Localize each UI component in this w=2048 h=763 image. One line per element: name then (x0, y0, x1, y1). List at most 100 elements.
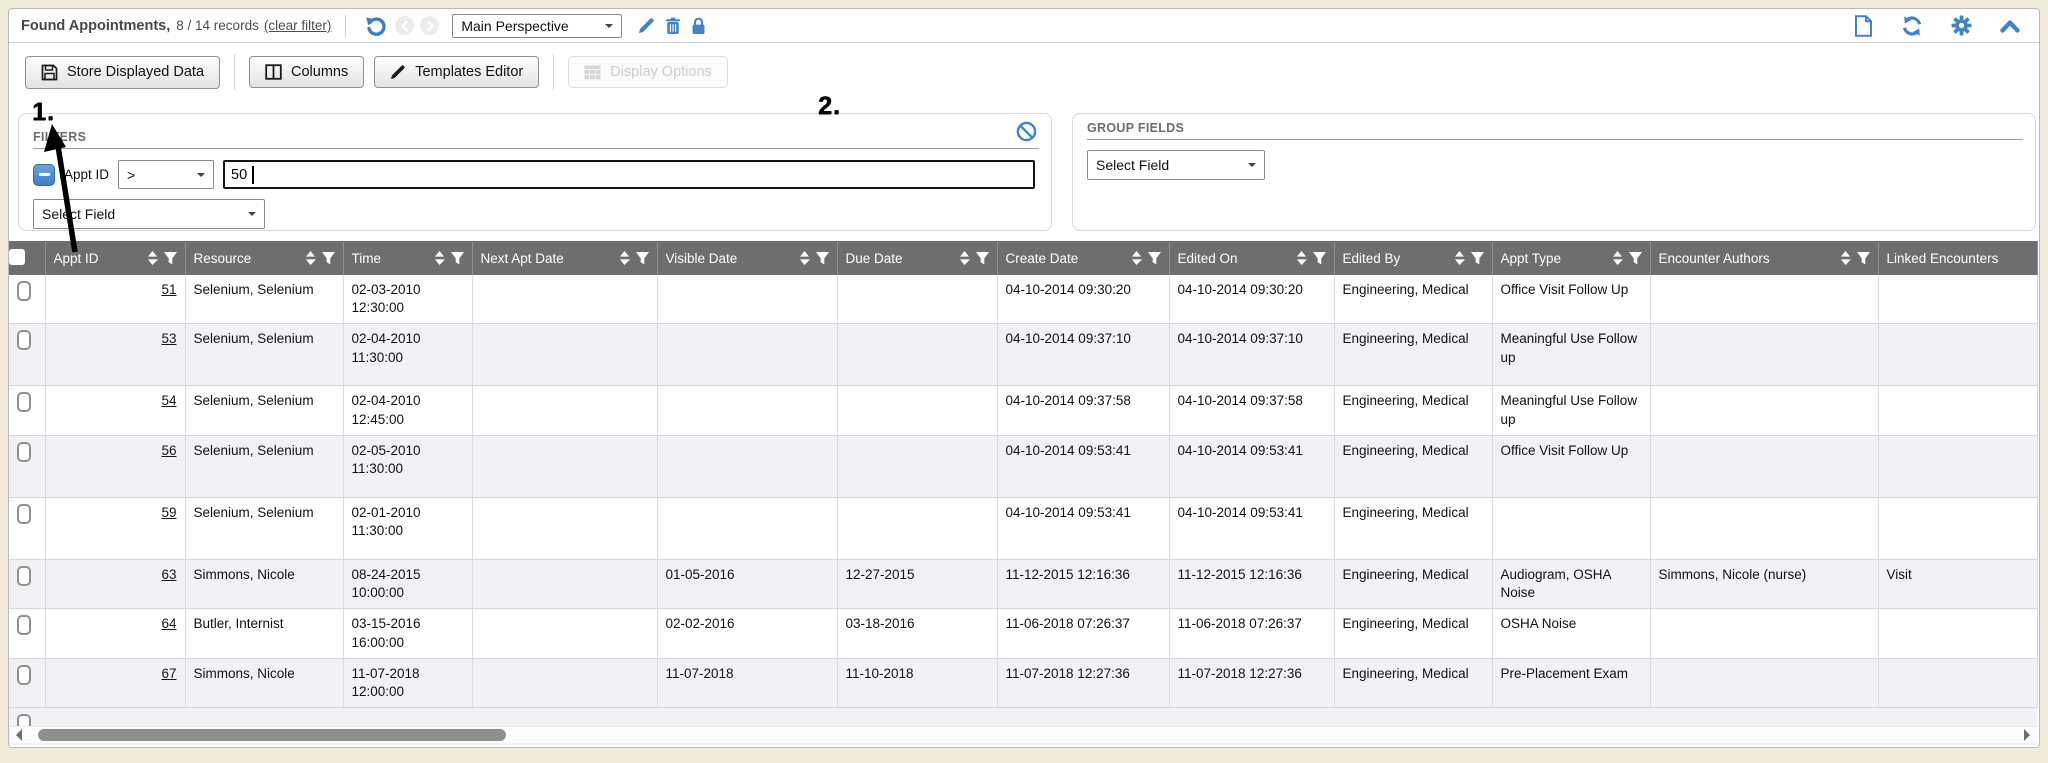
refresh-icon[interactable] (1901, 15, 1923, 37)
cell-id: 53 (45, 324, 185, 386)
group-select-field[interactable]: Select Field (1087, 150, 1265, 180)
templates-editor-button[interactable]: Templates Editor (374, 56, 539, 88)
page-title: Found Appointments, (21, 18, 170, 34)
lock-icon[interactable] (691, 17, 706, 35)
appt-id-link[interactable]: 67 (161, 666, 176, 681)
settings-gear-icon[interactable] (1951, 15, 1972, 36)
save-icon (41, 64, 58, 81)
column-header-linked_encounters[interactable]: Linked Encounters (1878, 241, 2037, 275)
cell-visible_date: 01-05-2016 (657, 559, 837, 608)
sort-icon[interactable] (1454, 250, 1465, 266)
store-displayed-data-button[interactable]: Store Displayed Data (25, 56, 220, 89)
sort-icon[interactable] (799, 250, 810, 266)
row-checkbox[interactable] (17, 504, 31, 524)
cell-linked_encounters (1878, 275, 2037, 324)
filter-funnel-icon[interactable] (1312, 251, 1327, 266)
row-checkbox[interactable] (17, 566, 31, 586)
appt-id-link[interactable]: 64 (161, 616, 176, 631)
sort-icon[interactable] (147, 250, 158, 266)
sort-icon[interactable] (959, 250, 970, 266)
filter-value-input[interactable] (225, 162, 1033, 187)
appt-id-link[interactable]: 63 (161, 567, 176, 582)
row-checkbox[interactable] (17, 442, 31, 462)
cell-edited_by: Engineering, Medical (1334, 386, 1492, 435)
filter-funnel-icon[interactable] (163, 251, 178, 266)
filter-field-label: Appt ID (64, 167, 109, 182)
filter-select-field[interactable]: Select Field (33, 199, 265, 229)
cell-encounter_authors (1650, 275, 1878, 324)
horizontal-scrollbar[interactable] (10, 726, 2038, 743)
select-all-checkbox[interactable] (9, 249, 25, 265)
scroll-left-arrow-icon[interactable] (16, 729, 22, 741)
perspective-select[interactable]: Main Perspective (452, 14, 622, 38)
new-document-icon[interactable] (1854, 15, 1873, 37)
column-header-appt_type[interactable]: Appt Type (1492, 241, 1650, 275)
filter-funnel-icon[interactable] (450, 251, 465, 266)
cell-appt_type: Audiogram, OSHA Noise (1492, 559, 1650, 608)
column-header-edited_on[interactable]: Edited On (1169, 241, 1334, 275)
delete-trash-icon[interactable] (665, 17, 681, 35)
sort-icon[interactable] (1840, 250, 1851, 266)
scroll-right-arrow-icon[interactable] (2024, 729, 2030, 741)
filter-operator-select[interactable]: > (118, 160, 214, 189)
columns-button[interactable]: Columns (249, 56, 364, 88)
appt-id-link[interactable]: 51 (161, 282, 176, 297)
column-header-visible_date[interactable]: Visible Date (657, 241, 837, 275)
sort-icon[interactable] (619, 250, 630, 266)
column-header-create_date[interactable]: Create Date (997, 241, 1169, 275)
templates-editor-label: Templates Editor (415, 64, 523, 80)
undo-icon[interactable] (365, 15, 387, 37)
collapse-chevron-up-icon[interactable] (2000, 19, 2020, 33)
row-checkbox[interactable] (17, 392, 31, 412)
sort-icon[interactable] (305, 250, 316, 266)
appt-id-link[interactable]: 54 (161, 393, 176, 408)
row-checkbox[interactable] (17, 615, 31, 635)
filter-funnel-icon[interactable] (815, 251, 830, 266)
filters-panel-header: FILTERS (33, 121, 1039, 149)
filter-funnel-icon[interactable] (321, 251, 336, 266)
filter-funnel-icon[interactable] (635, 251, 650, 266)
cell-linked_encounters (1878, 497, 2037, 559)
cell-visible_date: 11-07-2018 (657, 658, 837, 707)
group-fields-header: GROUP FIELDS (1087, 121, 2023, 140)
filter-select-field-wrap: Select Field (33, 199, 265, 229)
sort-icon[interactable] (1296, 250, 1307, 266)
column-header-next_apt_date[interactable]: Next Apt Date (472, 241, 657, 275)
filter-funnel-icon[interactable] (1628, 251, 1643, 266)
edit-pencil-icon[interactable] (637, 17, 655, 35)
prev-circle-icon[interactable] (395, 16, 414, 35)
column-header-id[interactable]: Appt ID (45, 241, 185, 275)
appt-id-link[interactable]: 53 (161, 331, 176, 346)
table-row: 64Butler, Internist03-15-2016 16:00:0002… (9, 609, 2037, 658)
column-header-edited_by[interactable]: Edited By (1334, 241, 1492, 275)
ban-icon[interactable] (1016, 121, 1037, 142)
column-header-due_date[interactable]: Due Date (837, 241, 997, 275)
toolbar-divider (234, 54, 235, 90)
top-bar: Found Appointments, 8 / 14 records (clea… (9, 9, 2039, 43)
cell-id: 67 (45, 658, 185, 707)
row-checkbox[interactable] (17, 665, 31, 685)
row-checkbox[interactable] (17, 281, 31, 301)
row-checkbox[interactable] (17, 330, 31, 350)
remove-filter-button[interactable] (33, 164, 55, 186)
scrollbar-thumb[interactable] (38, 729, 506, 741)
add-filter-row: Select Field (33, 199, 1037, 229)
column-header-encounter_authors[interactable]: Encounter Authors (1650, 241, 1878, 275)
sort-icon[interactable] (1612, 250, 1623, 266)
grid-icon (584, 65, 601, 80)
filter-funnel-icon[interactable] (1856, 251, 1871, 266)
filter-funnel-icon[interactable] (1470, 251, 1485, 266)
sort-icon[interactable] (434, 250, 445, 266)
appt-id-link[interactable]: 59 (161, 505, 176, 520)
toolbar: Store Displayed Data Columns Templates E… (9, 43, 2039, 101)
filter-funnel-icon[interactable] (1147, 251, 1162, 266)
sort-icon[interactable] (1131, 250, 1142, 266)
column-header-time[interactable]: Time (343, 241, 472, 275)
column-header-resource[interactable]: Resource (185, 241, 343, 275)
next-circle-icon[interactable] (420, 16, 439, 35)
cell-due_date (837, 435, 997, 497)
appt-id-link[interactable]: 56 (161, 443, 176, 458)
clear-filter-link[interactable]: (clear filter) (264, 18, 332, 33)
cell-visible_date (657, 324, 837, 386)
filter-funnel-icon[interactable] (975, 251, 990, 266)
